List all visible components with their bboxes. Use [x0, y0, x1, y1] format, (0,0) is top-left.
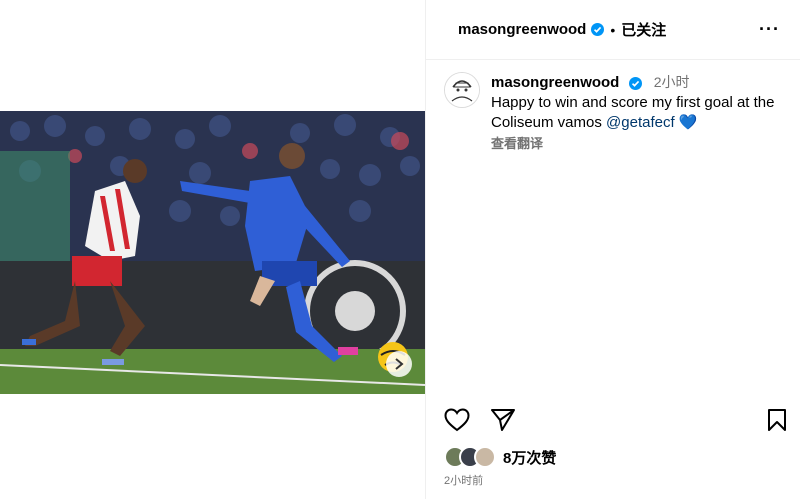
heart-icon[interactable]: [444, 408, 470, 432]
media-pane: [0, 0, 425, 499]
more-options-icon[interactable]: ···: [759, 20, 780, 38]
chevron-right-icon: [395, 358, 404, 370]
blue-heart-emoji: 💙: [678, 114, 698, 131]
post-photo[interactable]: [0, 111, 425, 394]
next-slide-button[interactable]: [386, 351, 412, 377]
avatar[interactable]: [444, 72, 480, 108]
following-button[interactable]: 已关注: [621, 19, 666, 40]
posted-time[interactable]: 2小时前: [444, 472, 483, 488]
post-sidebar: masongreenwood • 已关注 ··· masongreenwood: [425, 0, 800, 499]
caption-body: masongreenwood 2小时 Happy to win and scor…: [491, 72, 789, 154]
mention-link[interactable]: @getafecf: [606, 114, 675, 131]
likes-count[interactable]: 8万次赞: [503, 447, 556, 468]
header-username-link[interactable]: masongreenwood: [458, 21, 586, 38]
action-bar: [444, 408, 789, 436]
caption-username-link[interactable]: masongreenwood: [491, 74, 619, 91]
avatar-illustration-icon: [445, 73, 479, 107]
likes-row: 8万次赞: [444, 446, 556, 468]
verified-badge-icon: [591, 23, 605, 36]
see-translation-button[interactable]: 查看翻译: [491, 134, 789, 154]
football-photo: [0, 111, 425, 394]
caption-time[interactable]: 2小时: [654, 74, 690, 90]
avatar[interactable]: [474, 446, 496, 468]
liker-avatars: [444, 446, 496, 468]
post-caption: masongreenwood 2小时 Happy to win and scor…: [444, 72, 789, 154]
bookmark-icon[interactable]: [766, 408, 788, 432]
verified-badge-icon: [628, 76, 642, 90]
post-header: masongreenwood • 已关注 ···: [426, 0, 800, 60]
header-separator: •: [610, 21, 616, 38]
share-send-icon[interactable]: [490, 408, 516, 432]
